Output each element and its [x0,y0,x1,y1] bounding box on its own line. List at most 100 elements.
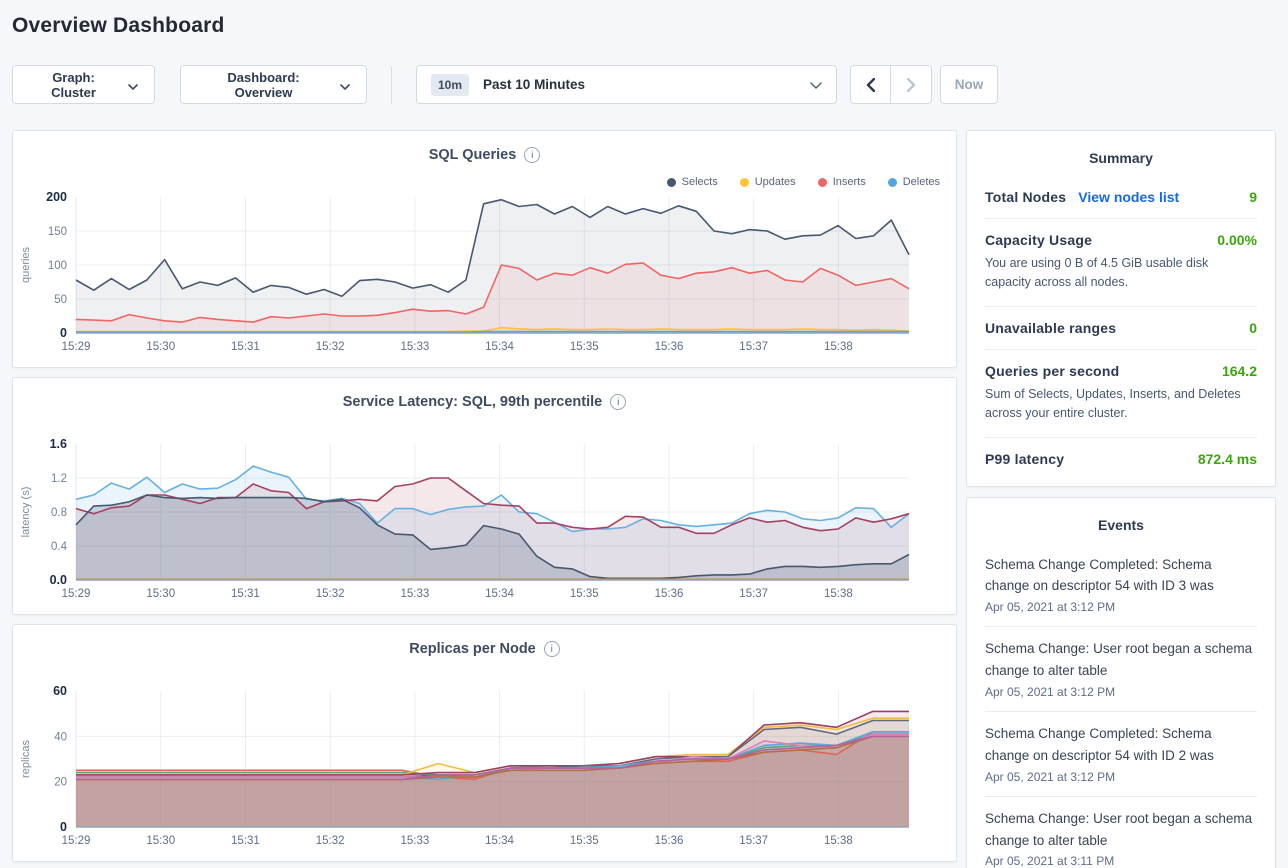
svg-text:15:34: 15:34 [485,341,514,353]
time-step-group [850,65,932,104]
controls-bar: Graph: Cluster Dashboard: Overview 10m P… [0,65,1288,104]
svg-text:40: 40 [54,731,67,743]
summary-label: Unavailable ranges [985,320,1116,336]
summary-row: Unavailable ranges 0 [985,306,1257,349]
svg-text:15:31: 15:31 [231,341,260,353]
charts-column: 15:29 15:30 15:31 15:32 15:33 15:34 15:35 15:36… [12,130,957,862]
svg-text:15:32: 15:32 [316,588,345,600]
chart-service-latency: 15:2915:3015:3115:3215:3315:3415:3515:36… [12,377,957,615]
svg-text:1.2: 1.2 [51,473,67,485]
svg-text:0.4: 0.4 [51,541,68,553]
svg-text:0.8: 0.8 [51,507,67,519]
svg-text:latency (s): latency (s) [20,487,32,538]
event-item: Schema Change: User root began a schema … [985,627,1257,712]
svg-text:15:38: 15:38 [824,835,853,847]
summary-row: Capacity Usage 0.00% You are using 0 B of … [985,218,1257,306]
svg-text:queries: queries [20,246,32,283]
svg-text:15:33: 15:33 [400,588,429,600]
svg-text:15:38: 15:38 [824,341,853,353]
summary-label: P99 latency [985,451,1064,467]
service-latency-plot[interactable]: 15:2915:3015:3115:3215:3315:3415:3515:36… [13,378,956,614]
summary-panel: Summary Total NodesView nodes list9Capac… [966,130,1276,487]
svg-text:15:30: 15:30 [146,588,175,600]
summary-label: Total Nodes [985,189,1066,205]
svg-text:15:32: 15:32 [316,341,345,353]
summary-description: Sum of Selects, Updates, Inserts, and De… [985,385,1257,424]
summary-description: You are using 0 B of 4.5 GiB usable disk… [985,254,1257,293]
info-icon[interactable]: i [610,394,626,410]
svg-text:15:30: 15:30 [146,835,175,847]
replicas-per-node-plot[interactable]: 15:2915:3015:3115:3215:3315:3415:3515:36… [13,625,956,861]
svg-text:15:29: 15:29 [62,835,91,847]
event-timestamp: Apr 05, 2021 at 3:11 PM [985,854,1257,868]
svg-text:15:37: 15:37 [739,588,768,600]
sidebar: Summary Total NodesView nodes list9Capac… [966,130,1276,868]
event-item: Schema Change Completed: Schema change o… [985,712,1257,797]
summary-title: Summary [985,146,1257,176]
chart-sql-queries: 15:29 15:30 15:31 15:32 15:33 15:34 15:35 15:36… [12,130,957,368]
legend-dot [888,178,897,187]
legend-item-selects: Selects [667,176,718,188]
event-timestamp: Apr 05, 2021 at 3:12 PM [985,600,1257,614]
svg-text:0: 0 [60,820,67,834]
svg-text:15:37: 15:37 [739,835,768,847]
summary-value: 0.00% [1217,232,1257,248]
dashboard-dropdown[interactable]: Dashboard: Overview [180,65,367,104]
sql-queries-plot[interactable]: 15:29 15:30 15:31 15:32 15:33 15:34 15:35 15:36… [13,131,956,367]
info-icon[interactable]: i [544,641,560,657]
svg-text:replicas: replicas [20,740,32,778]
svg-text:20: 20 [54,777,67,789]
time-range-selector[interactable]: 10m Past 10 Minutes [416,65,837,104]
view-nodes-list-link[interactable]: View nodes list [1078,189,1179,205]
summary-value: 164.2 [1222,363,1257,379]
svg-text:50: 50 [54,294,67,306]
svg-text:15:38: 15:38 [824,588,853,600]
summary-row: Queries per second 164.2 Sum of Selects, U… [985,349,1257,437]
svg-text:15:29: 15:29 [62,341,91,353]
time-range-label: Past 10 Minutes [483,77,585,92]
chevron-down-icon [810,77,822,92]
graph-dropdown-label: Graph: Cluster [29,70,118,100]
event-message: Schema Change: User root began a schema … [985,808,1257,852]
legend-dot [740,178,749,187]
event-message: Schema Change: User root began a schema … [985,638,1257,682]
info-icon[interactable]: i [524,147,540,163]
graph-dropdown[interactable]: Graph: Cluster [12,65,155,104]
event-item: Schema Change: User root began a schema … [985,797,1257,868]
summary-label: Queries per second [985,363,1119,379]
svg-text:15:35: 15:35 [570,341,599,353]
svg-text:60: 60 [53,684,67,698]
time-forward-button[interactable] [891,65,932,104]
chart-replicas-per-node: 15:2915:3015:3115:3215:3315:3415:3515:36… [12,624,957,862]
chart-title: Replicas per Node [409,641,536,657]
svg-text:15:37: 15:37 [739,341,768,353]
svg-text:15:32: 15:32 [316,835,345,847]
event-message: Schema Change Completed: Schema change o… [985,723,1257,767]
svg-text:15:36: 15:36 [655,835,684,847]
legend-dot [667,178,676,187]
legend-item-updates: Updates [740,176,796,188]
svg-text:15:30: 15:30 [146,341,175,353]
summary-label: Capacity Usage [985,232,1092,248]
time-back-button[interactable] [850,65,891,104]
divider [391,66,392,104]
event-timestamp: Apr 05, 2021 at 3:12 PM [985,685,1257,699]
svg-text:15:36: 15:36 [655,341,684,353]
chart-title: Service Latency: SQL, 99th percentile [343,394,603,410]
svg-text:15:35: 15:35 [570,588,599,600]
now-button[interactable]: Now [940,65,998,104]
chevron-down-icon [128,78,138,93]
svg-text:15:35: 15:35 [570,835,599,847]
summary-value: 0 [1249,320,1257,336]
chart-legend: SelectsUpdatesInsertsDeletes [667,176,940,188]
svg-text:15:31: 15:31 [231,835,260,847]
events-panel: Events Schema Change Completed: Schema c… [966,497,1276,868]
svg-text:15:33: 15:33 [400,341,429,353]
svg-text:15:29: 15:29 [62,588,91,600]
dashboard-dropdown-label: Dashboard: Overview [197,70,330,100]
time-range-badge: 10m [431,74,469,96]
svg-text:15:31: 15:31 [231,588,260,600]
event-timestamp: Apr 05, 2021 at 3:12 PM [985,770,1257,784]
svg-text:15:34: 15:34 [485,835,514,847]
summary-value: 872.4 ms [1198,451,1257,467]
